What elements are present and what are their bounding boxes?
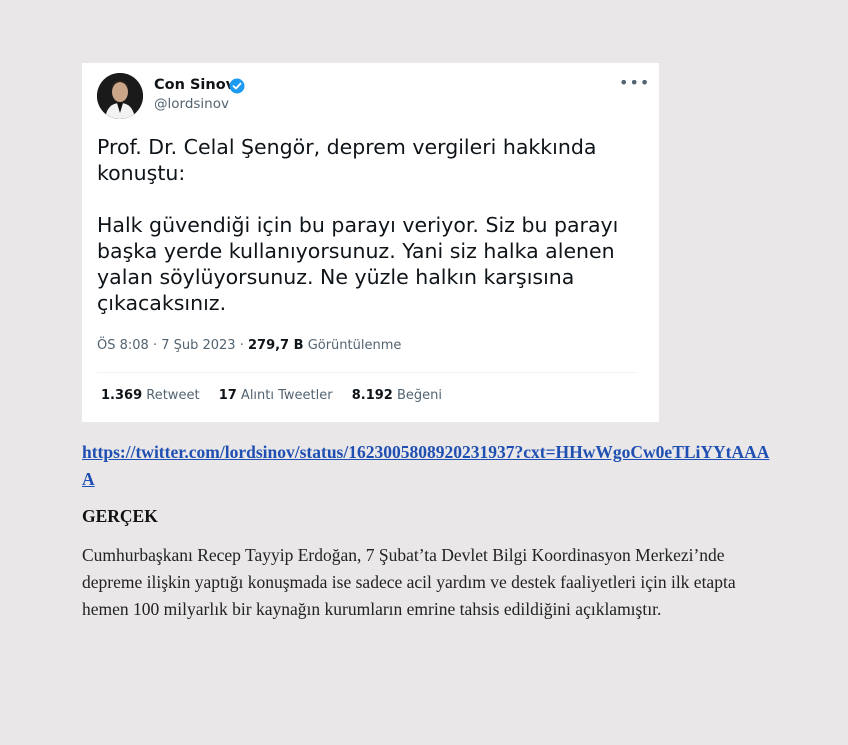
section-heading: GERÇEK [82, 506, 158, 526]
likes-stat[interactable]: 8.192 Beğeni [352, 388, 442, 403]
tweet-stats: 1.369 Retweet 17 Alıntı Tweetler 8.192 B… [101, 388, 457, 403]
tweet-timestamp[interactable]: ÖS 8:08 · 7 Şub 2023 · [97, 338, 244, 353]
quote-tweets-stat[interactable]: 17 Alıntı Tweetler [219, 388, 337, 403]
body-text: Cumhurbaşkanı Recep Tayyip Erdoğan, 7 Şu… [82, 545, 736, 619]
tweet-paragraph: Halk güvendiği için bu parayı veriyor. S… [97, 213, 619, 315]
quote-count: 17 [218, 388, 237, 403]
retweet-count: 1.369 [101, 388, 143, 403]
views-count: 279,7 B [247, 338, 304, 353]
tweet-paragraph: Prof. Dr. Celal Şengör, deprem vergileri… [97, 135, 597, 185]
tweet-text: Prof. Dr. Celal Şengör, deprem vergileri… [97, 134, 637, 316]
retweet-label: Retweet [146, 388, 200, 403]
avatar[interactable] [97, 73, 143, 119]
more-horizontal-icon[interactable]: ••• [619, 75, 649, 92]
tweet-screenshot: Con Sinov @lordsinov ••• Prof. Dr. Celal… [82, 63, 659, 422]
profile-photo [97, 73, 143, 119]
author-handle[interactable]: @lordsinov [154, 96, 229, 112]
views-label: Görüntülenme [307, 338, 402, 353]
author-name[interactable]: Con Sinov [154, 77, 235, 93]
tweet-meta: ÖS 8:08 · 7 Şub 2023 · 279,7 B Görüntüle… [97, 338, 401, 353]
likes-label: Beğeni [397, 388, 443, 403]
retweet-stat[interactable]: 1.369 Retweet [101, 388, 204, 403]
source-link[interactable]: https://twitter.com/lordsinov/status/162… [82, 439, 782, 493]
divider [97, 372, 637, 373]
quote-label: Alıntı Tweetler [240, 388, 333, 403]
verified-badge-icon [229, 78, 245, 94]
likes-count: 8.192 [351, 388, 393, 403]
